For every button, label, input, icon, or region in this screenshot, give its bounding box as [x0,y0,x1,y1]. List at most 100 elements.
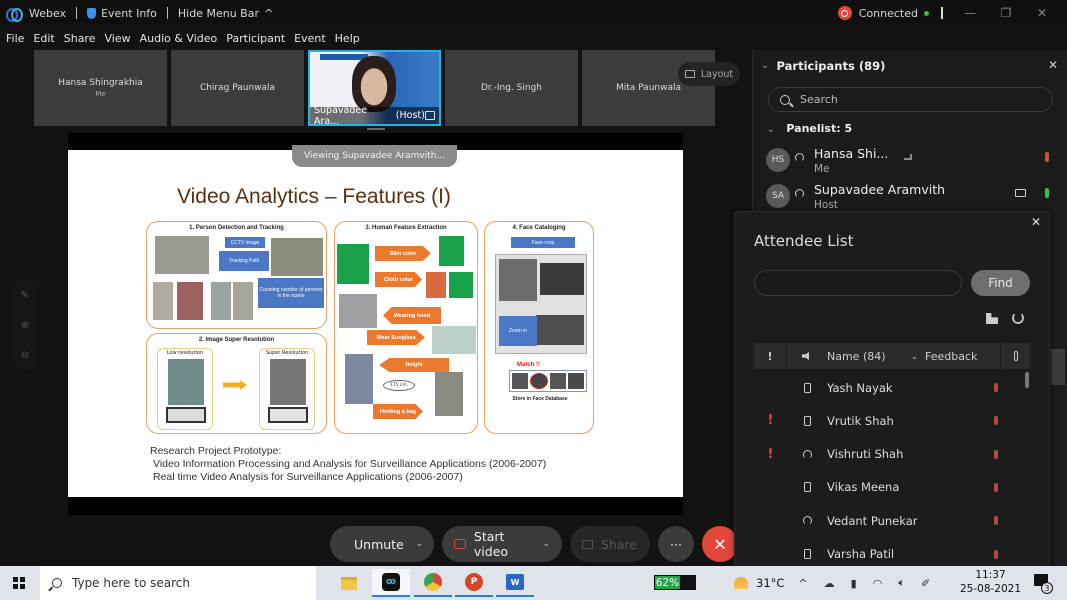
menu-audio-video[interactable]: Audio & Video [140,32,218,45]
refresh-icon[interactable] [1012,312,1024,324]
attendee-row[interactable]: Vikas Meena [754,471,1030,504]
share-button[interactable]: Share [570,526,650,562]
slide-panel-feature-extraction: 3. Human Feature Extraction Skin color C… [334,221,478,434]
attendee-scrollbar[interactable] [1025,372,1029,388]
holding-bag-label: Holding a bag [373,404,423,419]
wifi-icon[interactable]: ◠ [873,577,883,590]
chevron-down-icon[interactable]: ⌄ [416,539,424,549]
menu-edit[interactable]: Edit [33,32,54,45]
taskbar-clock[interactable]: 11:37 25-08-2021 [960,568,1021,596]
find-button[interactable]: Find [971,270,1030,296]
panel-scrollbar[interactable] [1051,349,1065,385]
attendee-row[interactable]: ! Vrutik Shah [754,404,1030,437]
speaker-icon [802,352,809,360]
mic-muted-icon[interactable] [994,549,998,559]
volume-icon[interactable]: 🔈︎ [898,576,905,590]
column-mic[interactable] [1001,351,1030,361]
attendee-list-title: Attendee List [754,232,854,250]
hide-menu-bar-button[interactable]: Hide Menu Bar ^ [178,7,273,20]
webex-logo-icon [6,8,23,22]
microphone-icon[interactable]: ▮ [851,577,857,590]
layout-button[interactable]: Layout [678,62,740,86]
mic-muted-icon[interactable] [994,416,998,426]
device-cell [787,549,827,559]
filmstrip-resize-handle[interactable] [367,128,385,130]
close-participants-button[interactable]: ✕ [1048,58,1058,72]
menu-view[interactable]: View [104,32,130,45]
slide-panel-super-resolution: 2. Image Super Resolution Low resolution… [146,333,327,434]
file-explorer-app[interactable] [330,569,368,597]
taskbar-search[interactable]: Type here to search [40,566,316,600]
column-flag[interactable]: ! [754,343,787,369]
attendee-row[interactable]: Vedant Punekar [754,504,1030,537]
tile-name: Supavadee Ara... [314,104,368,126]
minimize-button[interactable]: — [959,6,981,20]
webex-app[interactable]: ꝏ [372,569,410,597]
more-options-button[interactable]: ··· [658,526,694,562]
unmute-button[interactable]: Unmute ⌄ [330,526,434,562]
attendee-row[interactable]: ! Vishruti Shah [754,438,1030,471]
menu-participant[interactable]: Participant [226,32,285,45]
mic-muted-icon[interactable] [994,516,998,526]
video-tile[interactable]: Hansa Shingrakhia Me [34,50,167,126]
close-window-button[interactable]: ✕ [1031,6,1053,20]
panel-title: 1. Person Detection and Tracking [189,225,284,231]
sort-chevron-icon[interactable]: ⌄ [911,352,925,361]
onedrive-icon[interactable]: ☁ [824,577,835,590]
mic-muted-icon[interactable] [994,383,998,392]
battery-indicator[interactable]: 62% [654,575,696,590]
participants-search-input[interactable]: Search [768,87,1053,112]
leave-meeting-button[interactable]: ✕ [702,526,738,562]
title-bar: Webex Event Info Hide Menu Bar ^ Connect… [0,0,1067,26]
menu-event[interactable]: Event [294,32,326,45]
export-icon[interactable] [986,313,998,324]
zoom-out-icon[interactable]: ⊖ [21,350,29,361]
menu-help[interactable]: Help [335,32,360,45]
tracking-callout: Tracking Path [219,251,269,271]
recording-icon[interactable] [837,6,852,20]
super-res-frame: Super Resolution [259,348,315,430]
video-tile[interactable]: Dr.-Ing. Singh [445,50,578,126]
weather-icon[interactable] [734,577,748,589]
panelist-row[interactable]: HS Hansa Shi... Me [766,146,1061,180]
zoomed-face [536,315,584,345]
avatar: HS [766,148,790,172]
counting-callout: Counting number of persons in the scene [258,278,324,308]
video-tile-host[interactable]: Supavadee Ara... (Host) [308,50,441,126]
menu-share[interactable]: Share [64,32,96,45]
annotate-icon[interactable]: ✎ [21,290,29,301]
event-info-button[interactable]: Event Info [87,7,157,20]
mic-muted-icon[interactable] [1045,152,1049,162]
word-app[interactable]: W [496,569,534,597]
chevron-down-icon[interactable]: ⌄ [542,539,550,549]
mic-active-icon[interactable] [1045,188,1049,198]
attendee-search-input[interactable] [754,270,962,296]
pen-icon[interactable]: ✐ [921,577,930,590]
attendee-row[interactable]: Yash Nayak [754,371,1030,404]
menu-file[interactable]: File [6,32,24,45]
column-feedback[interactable]: Feedback [925,343,1001,369]
start-video-button[interactable]: Start video ⌄ [442,526,562,562]
chrome-app[interactable] [414,569,452,597]
show-hidden-icons-icon[interactable]: ^ [798,577,807,590]
column-name[interactable]: Name (84) [827,350,911,363]
column-audio[interactable] [787,352,827,360]
participants-header[interactable]: ⌄ Participants (89) [761,59,885,73]
tile-name: Mita Paunwala [615,83,681,93]
zoom-in-icon[interactable]: ⊕ [21,320,29,331]
shared-slide: Video Analytics – Features (I) 1. Person… [68,150,683,497]
restore-button[interactable]: ❐ [995,6,1017,20]
mic-muted-icon[interactable] [994,449,998,459]
weather-temp[interactable]: 31°C [756,576,784,590]
bag-image [435,372,463,416]
powerpoint-icon: P [465,573,483,591]
match-label: Match !! [517,362,540,368]
phone-icon [803,549,811,559]
video-tile[interactable]: Chirag Paunwala [171,50,304,126]
powerpoint-app[interactable]: P [455,569,493,597]
windows-start-icon[interactable] [13,577,25,589]
panelist-group-header[interactable]: ⌄ Panelist: 5 [767,122,852,135]
panelist-name: Hansa Shi... [814,146,889,161]
mic-muted-icon[interactable] [994,482,998,492]
close-attendee-list-button[interactable]: ✕ [1031,215,1041,229]
